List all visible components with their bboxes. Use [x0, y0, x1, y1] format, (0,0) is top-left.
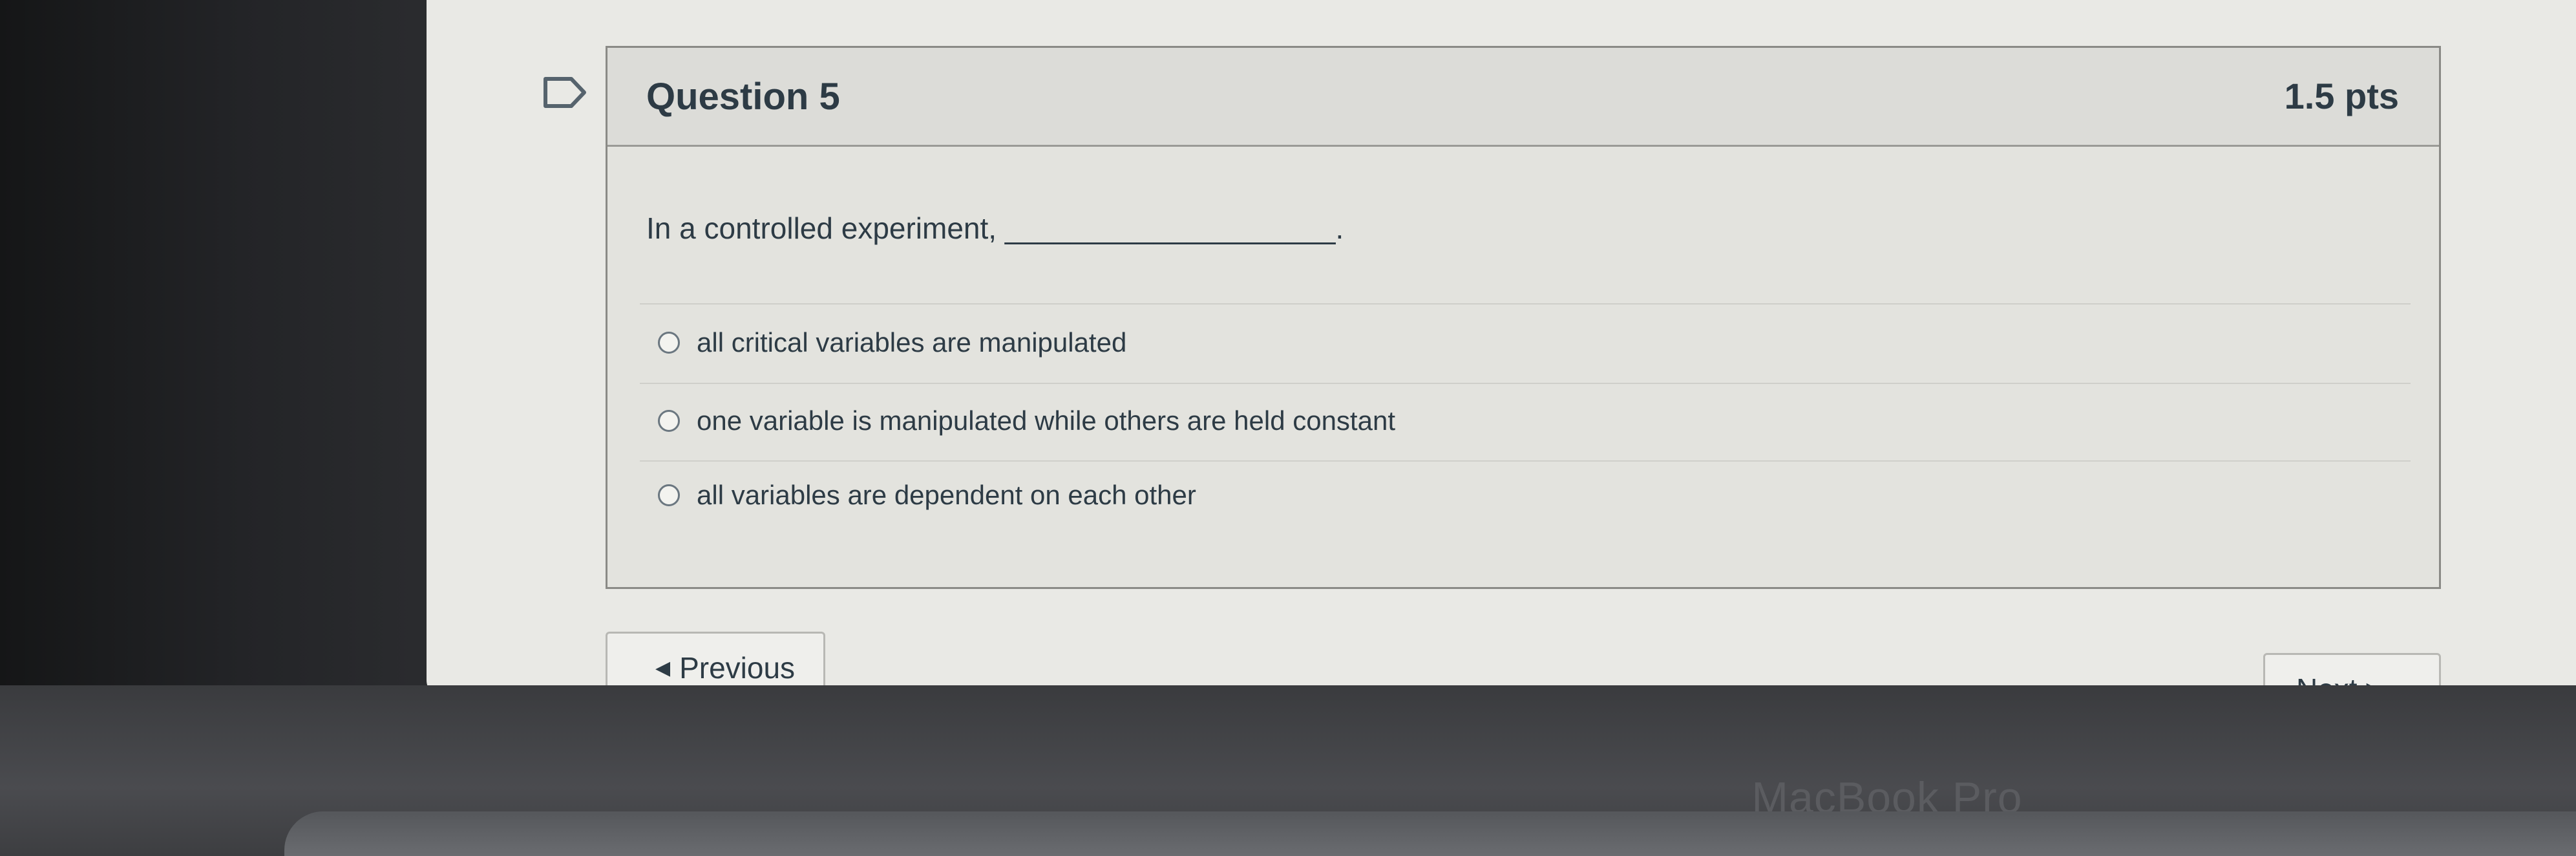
question-points: 1.5 pts: [2284, 76, 2399, 116]
answer-label: all critical variables are manipulated: [697, 327, 1127, 358]
flag-icon[interactable]: [543, 76, 588, 109]
answer-label: all variables are dependent on each othe…: [697, 480, 1196, 510]
question-title: Question 5: [646, 76, 840, 118]
radio-button[interactable]: [658, 332, 680, 354]
laptop-base-edge: [284, 811, 2576, 856]
previous-label: Previous: [679, 651, 796, 685]
browser-screen: Question 5 1.5 pts In a controlled exper…: [427, 0, 2576, 698]
answer-option-3[interactable]: all variables are dependent on each othe…: [658, 469, 1196, 521]
divider: [640, 383, 2411, 384]
radio-button[interactable]: [658, 484, 680, 506]
answer-option-2[interactable]: one variable is manipulated while others…: [658, 395, 1395, 447]
answer-label: one variable is manipulated while others…: [697, 405, 1395, 436]
question-header: Question 5 1.5 pts: [607, 48, 2439, 147]
radio-button[interactable]: [658, 410, 680, 432]
question-prompt: In a controlled experiment, ____________…: [646, 211, 1344, 245]
arrow-left-icon: ◀: [655, 658, 671, 679]
divider: [640, 303, 2411, 305]
divider: [640, 460, 2411, 462]
answer-option-1[interactable]: all critical variables are manipulated: [658, 317, 1126, 369]
question-card: Question 5 1.5 pts In a controlled exper…: [606, 46, 2441, 589]
